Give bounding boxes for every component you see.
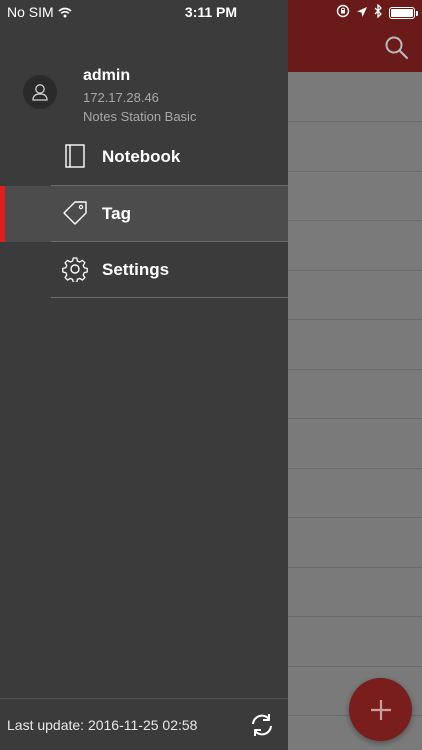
menu-label-tag: Tag [102, 204, 131, 223]
bluetooth-icon [374, 3, 383, 21]
status-icons [336, 3, 418, 21]
location-icon [356, 5, 368, 21]
gear-icon [62, 256, 88, 284]
server-address: 172.17.28.46 [83, 90, 159, 105]
user-name: admin [83, 67, 131, 84]
navigation-drawer: admin 172.17.28.46 Notes Station Basic N… [0, 0, 288, 750]
sync-icon [252, 714, 272, 736]
battery-icon [389, 6, 418, 19]
plus-icon [370, 699, 391, 720]
screen: No SIM 3:11 PM admin 172.17.28.46 Notes … [0, 0, 422, 750]
divider [51, 297, 288, 298]
tag-icon [62, 200, 88, 226]
menu-label-settings: Settings [102, 260, 170, 279]
menu-label-notebook: Notebook [102, 147, 181, 166]
sync-button[interactable] [249, 712, 275, 738]
menu-item-notebook[interactable]: Notebook [0, 129, 288, 185]
last-update-label: Last update: 2016-11-25 02:58 [7, 717, 198, 733]
menu-item-settings[interactable]: Settings [0, 242, 288, 298]
status-bar: No SIM 3:11 PM [0, 0, 422, 24]
search-icon[interactable] [384, 35, 410, 61]
avatar [23, 75, 57, 109]
drawer-footer: Last update: 2016-11-25 02:58 [0, 698, 288, 750]
rotation-lock-icon [336, 4, 350, 21]
menu-item-tag[interactable]: Tag [0, 186, 288, 242]
note-list [288, 72, 422, 750]
add-note-button[interactable] [349, 678, 412, 741]
user-icon [32, 84, 48, 101]
app-name: Notes Station Basic [83, 109, 197, 124]
notebook-icon [62, 143, 88, 169]
